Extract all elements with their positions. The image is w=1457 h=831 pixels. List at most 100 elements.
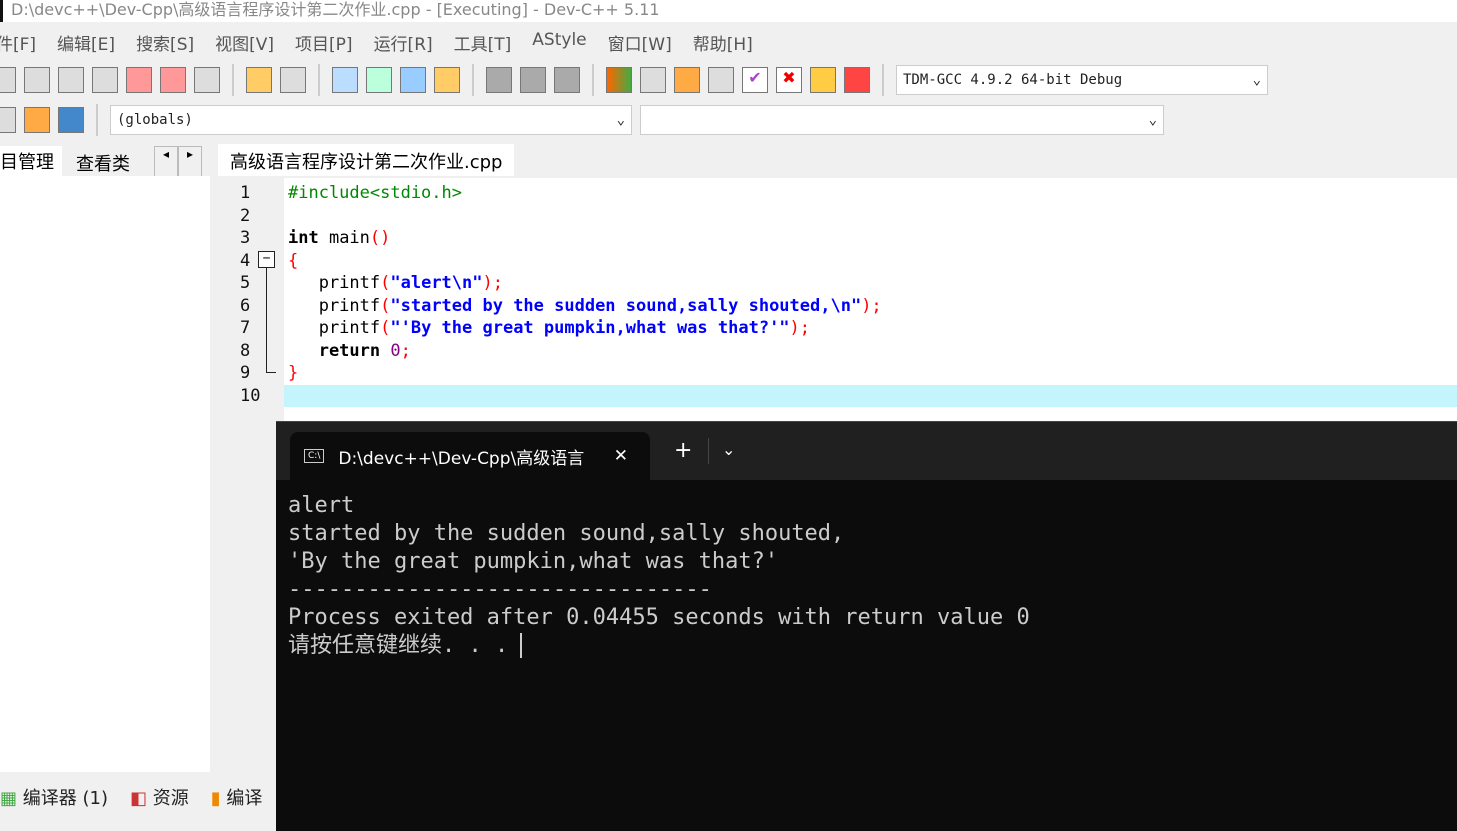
code-token: "started by the sudden sound,sally shout… — [390, 295, 862, 316]
code-token: ( — [380, 318, 391, 338]
terminal-icon: C:\ — [304, 449, 325, 463]
print-icon[interactable] — [194, 67, 220, 93]
menu-astyle[interactable]: AStyle — [532, 30, 586, 56]
tab-project[interactable]: 目管理 — [0, 146, 62, 180]
close-all-icon[interactable] — [160, 67, 186, 93]
insert-icon[interactable] — [58, 107, 84, 133]
code-token: printf — [288, 273, 381, 293]
add-icon[interactable] — [24, 107, 50, 133]
menu-help[interactable]: 帮助[H] — [693, 30, 753, 56]
compiler-select-value: TDM-GCC 4.9.2 64-bit Debug — [903, 72, 1123, 88]
save-all-icon[interactable] — [92, 67, 118, 93]
close-tab-icon[interactable]: ✕ — [614, 446, 628, 466]
scope-select[interactable]: (globals) ⌄ — [110, 105, 632, 135]
tab-compiler-label: 编译器 (1) — [22, 788, 108, 809]
undo-icon[interactable] — [246, 67, 272, 93]
output-line: alert — [288, 493, 355, 518]
class-icon[interactable] — [0, 107, 16, 133]
code-token: 0 — [380, 340, 401, 361]
code-token: "'By the great pumpkin,what was that?'" — [390, 318, 790, 338]
menu-edit[interactable]: 编辑[E] — [57, 30, 115, 56]
run-icon[interactable] — [640, 67, 666, 93]
secondary-toolbar: (globals) ⌄ ⌄ — [0, 100, 1164, 140]
tab-resources[interactable]: ◧ 资源 — [130, 784, 189, 810]
left-tabs: 目管理 查看类 ◂ ▸ — [0, 146, 203, 180]
menu-tools[interactable]: 工具[T] — [454, 30, 512, 56]
bookmark-icon[interactable] — [486, 67, 512, 93]
replace-icon[interactable] — [366, 67, 392, 93]
terminal-tab[interactable]: C:\ D:\devc++\Dev-Cpp\高级语言 ✕ — [290, 432, 650, 480]
line-number: 3 — [240, 228, 251, 248]
chart-icon[interactable] — [810, 67, 836, 93]
line-number: 10 — [240, 385, 261, 406]
find-icon[interactable] — [332, 67, 358, 93]
new-file-icon[interactable] — [0, 67, 16, 93]
editor-tab[interactable]: 高级语言程序设计第二次作业.cpp — [218, 144, 515, 176]
tab-scroll-right[interactable]: ▸ — [178, 146, 203, 180]
compile-run-icon[interactable] — [674, 67, 700, 93]
menu-run[interactable]: 运行[R] — [374, 30, 433, 56]
output-line: started by the sudden sound,sally shoute… — [288, 521, 845, 546]
code-token: ); — [482, 273, 503, 293]
code-line: } — [288, 363, 299, 383]
menu-view[interactable]: 视图[V] — [215, 30, 274, 56]
current-line — [284, 384, 1457, 407]
main-toolbar: ✔ ✖ TDM-GCC 4.9.2 64-bit Debug ⌄ — [0, 60, 1268, 100]
dropdown-icon[interactable]: ⌄ — [722, 440, 735, 459]
function-select[interactable]: ⌄ — [640, 105, 1164, 135]
compiler-icon: ▦ — [0, 788, 18, 809]
code-token: printf — [288, 295, 381, 316]
tab-compiler[interactable]: ▦ 编译器 (1) — [0, 784, 108, 810]
delete-chart-icon[interactable] — [844, 67, 870, 93]
code-token: ( — [380, 273, 391, 293]
code-token: return — [288, 340, 381, 361]
line-number: 1 — [240, 183, 251, 203]
code-token: "alert\n" — [390, 273, 483, 293]
menu-search[interactable]: 搜索[S] — [136, 30, 194, 56]
code-token: ( — [380, 295, 391, 316]
output-line: 'By the great pumpkin,what was that?' — [288, 549, 779, 574]
indent-icon[interactable] — [400, 67, 426, 93]
code-token: ; — [400, 340, 411, 361]
output-line: Process exited after 0.04455 seconds wit… — [288, 605, 1030, 630]
code-editor[interactable]: #include<stdio.h> int main() { printf("a… — [284, 178, 1457, 423]
menu-window[interactable]: 窗口[W] — [608, 30, 672, 56]
tab-classes[interactable]: 查看类 — [72, 146, 134, 180]
terminal-window[interactable]: C:\ D:\devc++\Dev-Cpp\高级语言 ✕ + ⌄ alert st… — [276, 421, 1457, 831]
fold-icon[interactable]: − — [258, 251, 275, 268]
code-token: int — [288, 228, 319, 248]
chart-icon: ▮ — [210, 788, 221, 809]
cursor — [520, 633, 536, 658]
output-line: -------------------------------- — [288, 577, 712, 602]
tab-scroll-left[interactable]: ◂ — [154, 146, 179, 180]
terminal-tab-title: D:\devc++\Dev-Cpp\高级语言 — [338, 448, 585, 469]
code-token: ); — [861, 295, 882, 316]
compiler-select[interactable]: TDM-GCC 4.9.2 64-bit Debug ⌄ — [896, 65, 1268, 95]
toggle-icon[interactable] — [554, 67, 580, 93]
menu-file[interactable]: 件[F] — [0, 30, 36, 56]
code-line: #include<stdio.h> — [288, 183, 462, 203]
save-icon[interactable] — [58, 67, 84, 93]
new-tab-icon[interactable]: + — [674, 438, 692, 463]
line-gutter: 1 2 3 4 5 6 7 8 9 10 − — [222, 178, 282, 778]
menu-project[interactable]: 项目[P] — [295, 30, 353, 56]
rebuild-icon[interactable] — [708, 67, 734, 93]
window-title: D:\devc++\Dev-Cpp\高级语言程序设计第二次作业.cpp - [E… — [0, 0, 1457, 22]
tab-compile-log[interactable]: ▮ 编译 — [211, 784, 263, 810]
check-icon[interactable]: ✔ — [742, 67, 768, 93]
resources-icon: ◧ — [129, 788, 147, 809]
menu-bar: 件[F] 编辑[E] 搜索[S] 视图[V] 项目[P] 运行[R] 工具[T]… — [0, 30, 753, 56]
terminal-output: alert started by the sudden sound,sally s… — [276, 480, 1457, 672]
line-number: 2 — [240, 205, 251, 226]
code-line: { — [288, 250, 299, 271]
close-icon[interactable] — [126, 67, 152, 93]
goto-icon[interactable] — [520, 67, 546, 93]
open-icon[interactable] — [24, 67, 50, 93]
project-panel — [0, 176, 210, 772]
terminal-tab-bar: C:\ D:\devc++\Dev-Cpp\高级语言 ✕ + ⌄ — [276, 422, 1457, 480]
stop-icon[interactable]: ✖ — [776, 67, 802, 93]
redo-icon[interactable] — [280, 67, 306, 93]
unindent-icon[interactable] — [434, 67, 460, 93]
compile-icon[interactable] — [606, 67, 632, 93]
code-token: main — [318, 228, 370, 248]
